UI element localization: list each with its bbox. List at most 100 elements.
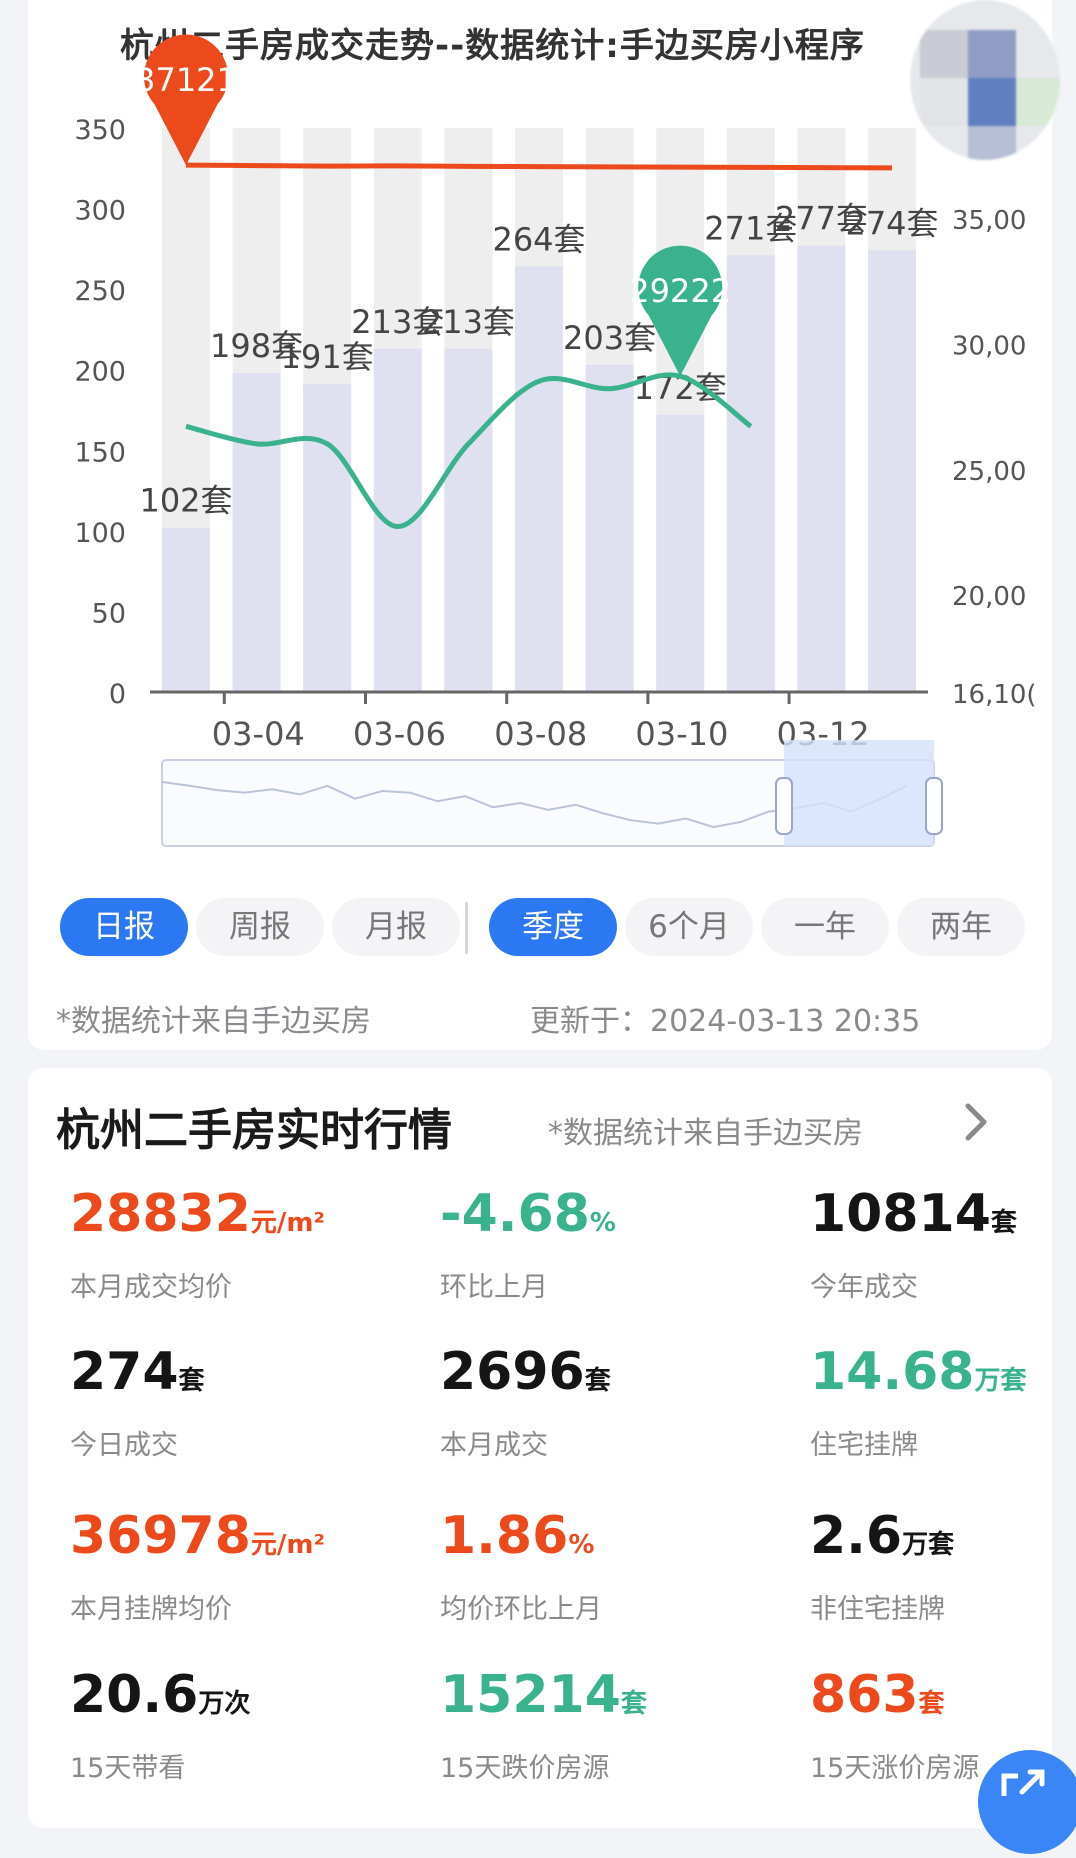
tab-weekly[interactable]: 周报: [196, 898, 324, 956]
market-stat: -4.68% 环比上月: [440, 1184, 780, 1304]
period-range-tabs: 日报 周报 月报 季度 6个月 一年 两年: [60, 898, 1025, 956]
data-zoom-left-handle: [775, 777, 793, 835]
stat-unit: 套: [990, 1208, 1017, 1238]
tab-monthly[interactable]: 月报: [332, 898, 460, 956]
stat-value: 2696套: [440, 1342, 780, 1411]
stat-number: 36978: [70, 1506, 251, 1566]
tab-one-year[interactable]: 一年: [761, 898, 889, 956]
stat-number: 2.6: [810, 1506, 903, 1566]
bar-value-label: 213套: [422, 303, 515, 341]
stat-number: 28832: [70, 1184, 251, 1244]
stat-value: 274套: [70, 1342, 410, 1411]
stat-unit: 元/m²: [250, 1208, 325, 1238]
data-zoom-right-handle: [925, 777, 943, 835]
stat-value: 14.68万套: [810, 1342, 1076, 1411]
y-left-tick-label: 300: [74, 196, 126, 227]
stat-unit: 万次: [198, 1689, 251, 1719]
tab-two-years[interactable]: 两年: [897, 898, 1025, 956]
market-stat: 274套今日成交: [70, 1342, 410, 1462]
stat-label: 非住宅挂牌: [810, 1594, 945, 1625]
stat-value: 28832元/m²: [70, 1184, 410, 1253]
stat-value: 20.6万次: [70, 1665, 410, 1734]
stat-number: 1.86: [440, 1506, 569, 1566]
stat-unit: %: [568, 1530, 595, 1560]
marker-value-label: 37121: [135, 61, 237, 99]
bar: [585, 364, 634, 692]
bar-value-label: 102套: [139, 482, 232, 520]
stat-number: 274: [70, 1342, 179, 1402]
x-tick-label: 03-10: [635, 715, 728, 753]
stat-unit: 元/m²: [250, 1530, 325, 1560]
bar: [232, 372, 281, 692]
bar-value-label: 264套: [492, 221, 585, 259]
stat-label: 环比上月: [440, 1272, 548, 1303]
stat-label: 均价环比上月: [440, 1594, 602, 1625]
y-right-tick-label: 25,00: [952, 457, 1026, 487]
bar-value-label: 203套: [563, 319, 656, 357]
tab-divider: [465, 902, 468, 954]
tab-daily[interactable]: 日报: [60, 898, 188, 956]
data-source-note: *数据统计来自手边买房: [56, 1004, 371, 1039]
stat-value: 2.6万套: [810, 1506, 1076, 1575]
y-left-tick-label: 150: [74, 437, 126, 468]
stat-unit: 套: [918, 1689, 945, 1719]
stat-number: 14.68: [810, 1342, 975, 1402]
stat-number: -4.68: [440, 1184, 590, 1244]
stat-unit: 套: [178, 1366, 205, 1396]
bar-value-label: 274套: [845, 204, 938, 242]
market-stat: 2696套 本月成交: [440, 1342, 780, 1462]
y-right-tick-label: 16,10(: [952, 680, 1037, 710]
bar: [162, 527, 210, 692]
bar: [726, 255, 775, 692]
bar: [868, 250, 916, 692]
stat-value: 1.86%: [440, 1506, 780, 1575]
stat-label: 今日成交: [70, 1430, 178, 1461]
stat-value: 863套: [810, 1665, 1076, 1734]
bar: [656, 414, 705, 692]
tab-6-months[interactable]: 6个月: [625, 898, 753, 956]
stat-unit: 万套: [974, 1366, 1027, 1396]
stat-label: 本月挂牌均价: [70, 1594, 232, 1625]
external-link-icon[interactable]: [978, 1750, 1076, 1854]
market-stat: 28832元/m² 本月成交均价: [70, 1184, 410, 1304]
y-left-tick-label: 250: [74, 276, 126, 307]
data-zoom-selection: [784, 740, 934, 846]
bar: [515, 266, 563, 692]
stat-label: 今年成交: [810, 1272, 918, 1303]
stat-number: 15214: [440, 1665, 621, 1725]
market-stat: 20.6万次 15天带看: [70, 1665, 410, 1785]
bar: [303, 384, 352, 692]
market-stat: 15214套 15天跌价房源: [440, 1665, 780, 1785]
stat-number: 10814: [810, 1184, 991, 1244]
market-stat: 10814套今年成交: [810, 1184, 1076, 1304]
bar: [444, 348, 493, 692]
market-source-note: *数据统计来自手边买房: [548, 1116, 863, 1151]
bar: [797, 245, 846, 693]
trend-chart[interactable]: 0 50 100 150 200 250 300 350 16,10(20,00 25,00 30,…: [0, 0, 1076, 880]
stat-unit: 套: [620, 1689, 647, 1719]
stat-value: -4.68%: [440, 1184, 780, 1253]
stat-label: 15天跌价房源: [440, 1753, 610, 1784]
listing-price-line: [185, 162, 893, 171]
chevron-right-icon[interactable]: [956, 1100, 996, 1144]
stat-label: 15天带看: [70, 1753, 186, 1784]
tab-quarter[interactable]: 季度: [489, 898, 617, 956]
marker-pin-shape: [144, 34, 229, 166]
market-stat: 1.86% 均价环比上月: [440, 1506, 780, 1626]
stat-value: 36978元/m²: [70, 1506, 410, 1575]
stat-value: 10814套: [810, 1184, 1076, 1253]
stat-label: 住宅挂牌: [810, 1430, 918, 1461]
stat-value: 15214套: [440, 1665, 780, 1734]
update-timestamp: 更新于：2024-03-13 20:35: [530, 1004, 921, 1039]
y-left-tick-label: 0: [109, 679, 126, 710]
x-tick-label: 03-04: [212, 715, 305, 753]
stat-label: 本月成交均价: [70, 1272, 232, 1303]
x-tick-label: 03-06: [353, 715, 446, 753]
stat-unit: %: [589, 1208, 616, 1238]
y-left-tick-label: 200: [74, 357, 126, 388]
stat-number: 20.6: [70, 1665, 199, 1725]
x-tick-label: 03-08: [494, 715, 587, 753]
y-right-tick-label: 30,00: [952, 332, 1026, 362]
bar-value-label: 191套: [281, 338, 374, 376]
stat-unit: 万套: [902, 1530, 955, 1560]
